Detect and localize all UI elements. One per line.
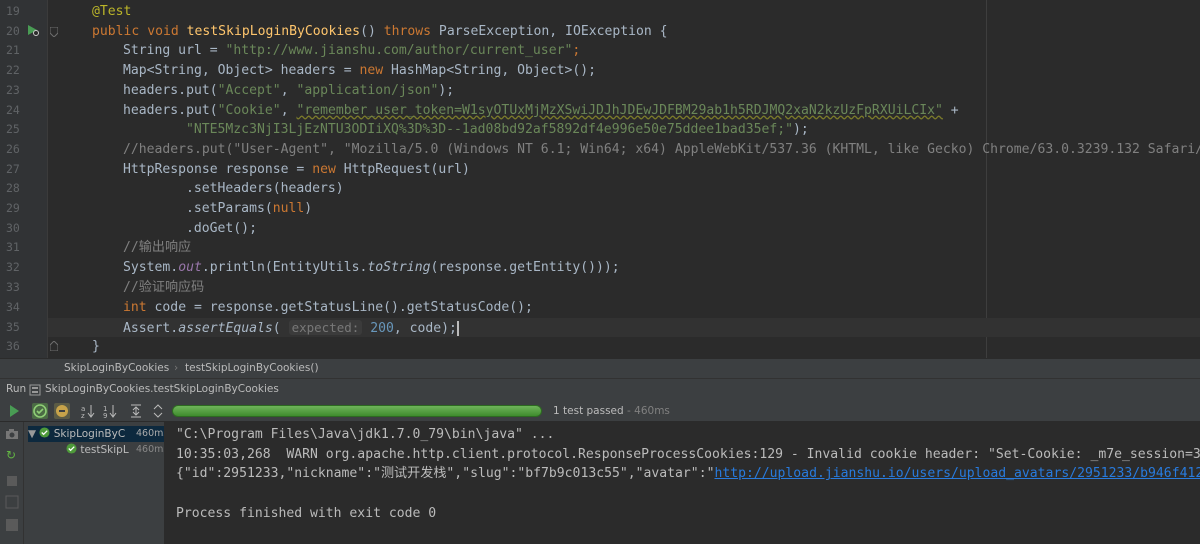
settings-icon[interactable]: [5, 518, 19, 532]
code-line-30: .doGet();: [186, 220, 257, 236]
line-number: 25: [6, 122, 20, 137]
console-line: Process finished with exit code 0: [176, 505, 437, 521]
close-run-icon[interactable]: [5, 495, 19, 509]
breadcrumb-class[interactable]: SkipLoginByCookies: [64, 362, 169, 374]
code-line-22: Map<String, Object> headers = new HashMa…: [123, 63, 597, 79]
line-number: 36: [6, 339, 20, 354]
parameter-hint: expected:: [288, 319, 363, 335]
svg-text:z: z: [81, 412, 85, 419]
avatar-url-link[interactable]: http://upload.jianshu.io/users/upload_av…: [714, 466, 1200, 481]
line-number: 31: [6, 240, 20, 255]
sort-alphabetically-icon[interactable]: az: [80, 403, 96, 419]
test-progress-bar: [172, 405, 542, 417]
line-number: 29: [6, 201, 20, 215]
fold-close-icon[interactable]: [50, 341, 58, 351]
line-number: 26: [6, 141, 20, 156]
code-line-23: headers.put("Accept", "application/json"…: [123, 82, 455, 98]
console-line: {"id":2951233,"nickname":"测试开发栈","slug":…: [176, 464, 1200, 484]
code-editor[interactable]: 19 20 21 22 23 24 25 26 27 28 29 30 31 32 33 34 35 36 @Te…: [0, 0, 1200, 358]
breadcrumb-method[interactable]: testSkipLoginByCookies(): [185, 362, 319, 374]
run-test-gutter-icon[interactable]: [27, 24, 39, 36]
breadcrumb-separator: ›: [174, 362, 179, 374]
camera-icon[interactable]: [5, 427, 19, 441]
restore-layout-icon[interactable]: ↻: [5, 447, 19, 461]
code-line-36: }: [92, 339, 100, 355]
code-line-24: headers.put("Cookie", "remember_user_tok…: [123, 102, 959, 118]
code-line-35: Assert.assertEquals( expected: 200, code…: [123, 319, 459, 336]
tree-row-root[interactable]: ▼ SkipLoginByC 460ms: [28, 426, 164, 442]
line-number: 33: [6, 279, 20, 294]
line-number: 28: [6, 181, 20, 196]
run-config-tab[interactable]: SkipLoginByCookies.testSkipLoginByCookie…: [45, 383, 279, 395]
line-number: 32: [6, 260, 20, 275]
code-line-28: .setHeaders(headers): [186, 181, 344, 197]
console-line: 10:35:03,268 WARN org.apache.http.client…: [176, 446, 1200, 462]
run-side-toolbar: ↻: [0, 422, 24, 544]
svg-text:↻: ↻: [6, 448, 16, 461]
line-number: 20: [6, 23, 20, 38]
console-output[interactable]: "C:\Program Files\Java\jdk1.7.0_79\bin\j…: [164, 422, 1200, 544]
tree-row-test-method[interactable]: testSkipL 460ms: [66, 442, 164, 458]
sort-by-duration-icon[interactable]: 19: [102, 403, 118, 419]
code-line-34: int code = response.getStatusLine().getS…: [123, 299, 533, 315]
collapse-all-icon[interactable]: [150, 403, 166, 419]
rerun-icon[interactable]: [6, 403, 22, 419]
code-line-26: //headers.put("User-Agent", "Mozilla/5.0…: [123, 141, 1200, 157]
text-caret: [456, 320, 459, 336]
code-line-32: System.out.println(EntityUtils.toString(…: [123, 260, 620, 276]
line-number: 35: [6, 319, 20, 334]
line-number: 21: [6, 43, 20, 58]
run-label: Run: [6, 383, 27, 395]
test-config-icon: [29, 384, 41, 396]
line-number: 30: [6, 220, 20, 235]
code-line-27: HttpResponse response = new HttpRequest(…: [123, 161, 470, 177]
line-number: 23: [6, 82, 20, 97]
line-number: 27: [6, 161, 20, 176]
test-results-tree: ▼ SkipLoginByC 460ms testSkipL 460ms: [24, 422, 164, 544]
test-passed-icon: [39, 427, 50, 438]
fold-open-icon[interactable]: [50, 27, 58, 37]
svg-text:9: 9: [103, 412, 107, 419]
test-status-text: 1 test passed - 460ms: [553, 405, 670, 417]
show-passed-toggle-icon[interactable]: [32, 403, 48, 419]
console-line: "C:\Program Files\Java\jdk1.7.0_79\bin\j…: [176, 427, 555, 442]
line-number: 34: [6, 299, 20, 314]
run-tool-window-header: Run SkipLoginByCookies.testSkipLoginByCo…: [0, 378, 1200, 400]
code-line-31: //输出响应: [123, 240, 192, 256]
code-line-21: String url = "http://www.jianshu.com/aut…: [123, 43, 581, 59]
code-line-33: //验证响应码: [123, 279, 205, 295]
right-margin-guide: [986, 0, 987, 358]
code-line-19: @Test: [92, 4, 132, 19]
line-number: 24: [6, 102, 20, 117]
breadcrumb: SkipLoginByCookies › testSkipLoginByCook…: [0, 358, 1200, 378]
line-number: 22: [6, 63, 20, 78]
test-passed-icon: [66, 443, 77, 454]
code-line-25: "NTE5Mzc3NjI3LjEzNTU3ODIiXQ%3D%3D--1ad08…: [186, 122, 809, 138]
stop-icon[interactable]: [5, 474, 19, 488]
code-line-29: .setParams(null): [186, 201, 313, 216]
show-ignored-toggle-icon[interactable]: [54, 403, 70, 419]
code-line-20: public void testSkipLoginByCookies() thr…: [92, 23, 668, 39]
expand-all-icon[interactable]: [128, 403, 144, 419]
line-number: 19: [6, 4, 20, 18]
